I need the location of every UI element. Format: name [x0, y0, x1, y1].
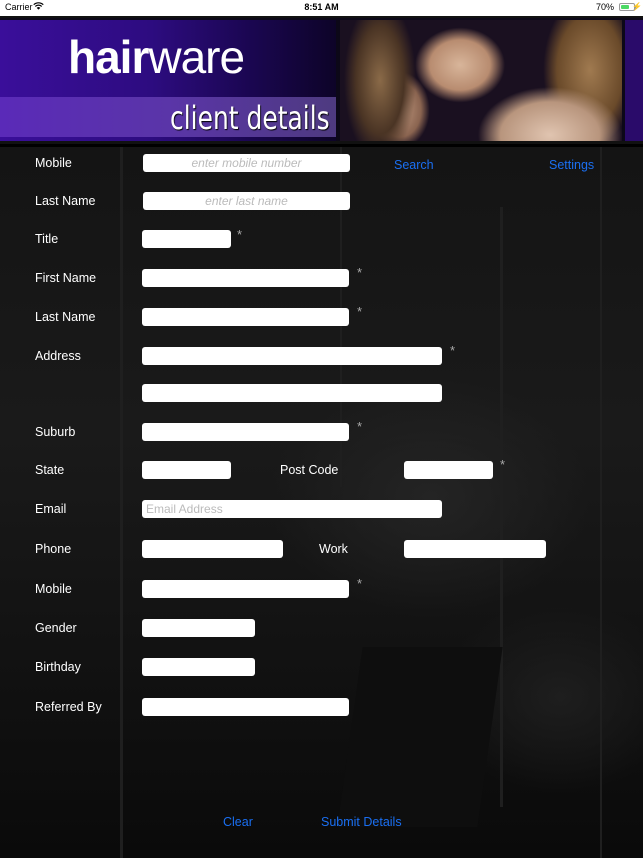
- suburb-label: Suburb: [35, 425, 76, 439]
- referred-by-label: Referred By: [35, 700, 102, 714]
- clock: 8:51 AM: [304, 2, 339, 12]
- referred-by-input[interactable]: [142, 698, 349, 716]
- submit-details-button[interactable]: Submit Details: [321, 815, 402, 829]
- page-title: client details: [170, 99, 330, 137]
- required-marker: *: [357, 265, 363, 280]
- required-marker: *: [357, 419, 363, 434]
- post-code-label: Post Code: [280, 463, 339, 477]
- required-marker: *: [500, 457, 506, 472]
- address-label: Address: [35, 349, 81, 363]
- address-line1-input[interactable]: [142, 347, 442, 365]
- battery-percent: 70%: [595, 2, 614, 12]
- first-name-label: First Name: [35, 271, 97, 285]
- search-button[interactable]: Search: [394, 158, 434, 172]
- model-photo: [340, 20, 622, 141]
- first-name-input[interactable]: [142, 269, 349, 287]
- address-line2-input[interactable]: [142, 384, 442, 402]
- gender-label: Gender: [35, 621, 77, 635]
- email-label: Email: [35, 502, 67, 516]
- required-marker: *: [357, 304, 363, 319]
- gender-input[interactable]: [142, 619, 255, 637]
- header-banner: hairware client details: [0, 16, 643, 144]
- settings-button[interactable]: Settings: [549, 158, 594, 172]
- last-name-input[interactable]: [142, 308, 349, 326]
- required-marker: *: [450, 343, 456, 358]
- email-input[interactable]: [142, 500, 442, 518]
- birthday-input[interactable]: [142, 658, 255, 676]
- search-last-name-input[interactable]: [143, 192, 350, 210]
- banner-edge: [625, 20, 643, 141]
- title-input[interactable]: [142, 230, 231, 248]
- mobile-input[interactable]: [142, 580, 349, 598]
- search-mobile-input[interactable]: [143, 154, 350, 172]
- required-marker: *: [237, 227, 243, 242]
- last-name-label: Last Name: [35, 310, 96, 324]
- phone-input[interactable]: [142, 540, 283, 558]
- birthday-label: Birthday: [35, 660, 81, 674]
- required-marker: *: [357, 576, 363, 591]
- search-mobile-label: Mobile: [35, 156, 72, 170]
- phone-label: Phone: [35, 542, 72, 556]
- brand-panel: hairware client details: [0, 20, 336, 141]
- status-bar: Carrier 8:51 AM 70% ⚡: [0, 0, 643, 16]
- post-code-input[interactable]: [404, 461, 493, 479]
- title-label: Title: [35, 232, 59, 246]
- clear-button[interactable]: Clear: [223, 815, 253, 829]
- search-last-name-label: Last Name: [35, 194, 96, 208]
- state-label: State: [35, 463, 65, 477]
- work-phone-input[interactable]: [404, 540, 546, 558]
- work-label: Work: [319, 542, 348, 556]
- charging-bolt-icon: ⚡: [632, 2, 642, 11]
- suburb-input[interactable]: [142, 423, 349, 441]
- subtitle-bar: client details: [0, 97, 336, 137]
- state-input[interactable]: [142, 461, 231, 479]
- mobile-label: Mobile: [35, 582, 72, 596]
- hairware-logo: hairware: [68, 31, 245, 83]
